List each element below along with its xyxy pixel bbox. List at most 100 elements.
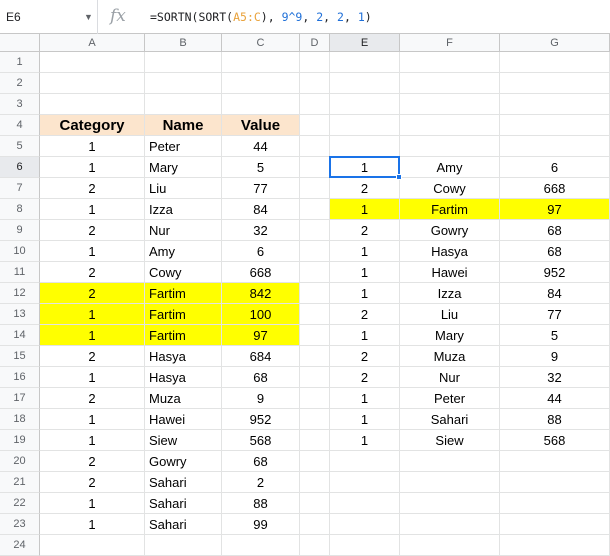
data-cell[interactable]: 1 [40,514,145,535]
result-cell[interactable]: 1 [330,325,400,346]
result-cell[interactable]: 952 [500,262,610,283]
result-cell[interactable]: Fartim [400,199,500,220]
empty-cell[interactable] [300,493,330,514]
data-cell[interactable]: Siew [145,430,222,451]
empty-cell[interactable] [500,514,610,535]
data-cell[interactable]: Sahari [145,472,222,493]
empty-cell[interactable] [222,52,300,73]
row-header[interactable]: 7 [0,178,40,199]
empty-cell[interactable] [500,52,610,73]
empty-cell[interactable] [500,535,610,556]
empty-cell[interactable] [400,73,500,94]
row-header[interactable]: 2 [0,73,40,94]
data-cell[interactable]: 1 [40,136,145,157]
result-cell[interactable]: 5 [500,325,610,346]
data-cell[interactable]: Amy [145,241,222,262]
data-cell[interactable]: 1 [40,241,145,262]
result-cell[interactable]: Izza [400,283,500,304]
empty-cell[interactable] [330,451,400,472]
column-header-c[interactable]: C [222,34,300,52]
data-cell[interactable]: 68 [222,367,300,388]
data-cell[interactable]: 84 [222,199,300,220]
empty-cell[interactable] [300,346,330,367]
empty-cell[interactable] [500,451,610,472]
data-cell[interactable]: 9 [222,388,300,409]
empty-cell[interactable] [400,472,500,493]
data-cell[interactable]: Hasya [145,367,222,388]
data-cell[interactable]: 2 [40,346,145,367]
result-cell[interactable]: 1 [330,283,400,304]
row-header[interactable]: 14 [0,325,40,346]
empty-cell[interactable] [330,535,400,556]
row-header[interactable]: 4 [0,115,40,136]
result-cell[interactable]: 32 [500,367,610,388]
row-header[interactable]: 3 [0,94,40,115]
empty-cell[interactable] [400,514,500,535]
data-cell[interactable]: 88 [222,493,300,514]
result-cell[interactable]: 2 [330,220,400,241]
empty-cell[interactable] [300,304,330,325]
result-cell[interactable]: Liu [400,304,500,325]
empty-cell[interactable] [300,262,330,283]
empty-cell[interactable] [40,73,145,94]
data-cell[interactable]: 32 [222,220,300,241]
empty-cell[interactable] [145,94,222,115]
fill-handle[interactable] [396,174,402,180]
empty-cell[interactable] [300,367,330,388]
data-cell[interactable]: 568 [222,430,300,451]
row-header[interactable]: 1 [0,52,40,73]
row-header[interactable]: 6 [0,157,40,178]
empty-cell[interactable] [500,136,610,157]
header-cell[interactable]: Name [145,115,222,136]
header-cell[interactable]: Category [40,115,145,136]
result-cell[interactable]: Sahari [400,409,500,430]
column-header-f[interactable]: F [400,34,500,52]
data-cell[interactable]: Sahari [145,493,222,514]
empty-cell[interactable] [300,388,330,409]
empty-cell[interactable] [500,472,610,493]
result-cell[interactable]: 44 [500,388,610,409]
data-cell[interactable]: 5 [222,157,300,178]
empty-cell[interactable] [40,52,145,73]
result-cell[interactable]: 2 [330,304,400,325]
data-cell[interactable]: 952 [222,409,300,430]
result-cell[interactable]: 668 [500,178,610,199]
result-cell[interactable]: 1 [330,409,400,430]
row-header[interactable]: 23 [0,514,40,535]
empty-cell[interactable] [330,115,400,136]
result-cell[interactable]: 1 [330,262,400,283]
result-cell[interactable]: Cowy [400,178,500,199]
empty-cell[interactable] [300,157,330,178]
data-cell[interactable]: 77 [222,178,300,199]
result-cell[interactable]: 1 [330,241,400,262]
result-cell[interactable]: 88 [500,409,610,430]
data-cell[interactable]: 100 [222,304,300,325]
row-header[interactable]: 10 [0,241,40,262]
data-cell[interactable]: 1 [40,325,145,346]
column-header-g[interactable]: G [500,34,610,52]
empty-cell[interactable] [300,136,330,157]
result-cell[interactable]: 9 [500,346,610,367]
result-cell[interactable]: Siew [400,430,500,451]
result-cell[interactable]: 77 [500,304,610,325]
result-cell[interactable]: Peter [400,388,500,409]
result-cell[interactable]: 1 [330,388,400,409]
column-header-d[interactable]: D [300,34,330,52]
result-cell[interactable]: 68 [500,241,610,262]
data-cell[interactable]: 99 [222,514,300,535]
result-cell[interactable]: 2 [330,346,400,367]
data-cell[interactable]: 2 [222,472,300,493]
data-cell[interactable]: 2 [40,283,145,304]
data-cell[interactable]: 1 [40,493,145,514]
row-header[interactable]: 21 [0,472,40,493]
empty-cell[interactable] [330,472,400,493]
row-header[interactable]: 9 [0,220,40,241]
empty-cell[interactable] [500,73,610,94]
empty-cell[interactable] [300,199,330,220]
data-cell[interactable]: Gowry [145,451,222,472]
data-cell[interactable]: 68 [222,451,300,472]
empty-cell[interactable] [222,535,300,556]
result-cell[interactable]: 568 [500,430,610,451]
column-header-b[interactable]: B [145,34,222,52]
empty-cell[interactable] [400,136,500,157]
